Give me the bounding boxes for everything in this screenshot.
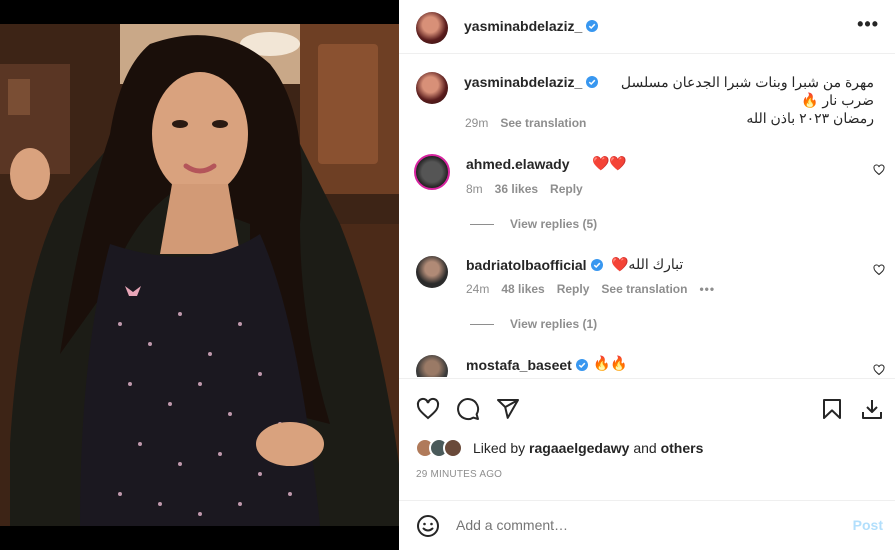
comment-text: تبارك الله❤️ <box>611 256 684 272</box>
comment-likes[interactable]: 36 likes <box>495 182 538 196</box>
instagram-post-view: yasminabdelaziz_ ••• yasminabdelaziz_ مه… <box>0 0 895 550</box>
author-avatar[interactable] <box>416 12 448 44</box>
comment-like-heart-icon[interactable] <box>873 364 885 376</box>
commenter-avatar[interactable] <box>414 154 450 190</box>
caption-meta: 29m See translation <box>465 116 598 130</box>
comments-list: yasminabdelaziz_ مهرة من شبرا وبنات شبرا… <box>399 55 895 377</box>
author-username-text[interactable]: yasminabdelaziz_ <box>464 18 582 34</box>
comment-username[interactable]: ahmed.elawady <box>466 156 570 172</box>
post-comment-button[interactable]: Post <box>853 517 883 533</box>
post-photo-area <box>0 0 399 550</box>
view-replies-button[interactable]: View replies (5) <box>470 217 597 231</box>
commenter-avatar[interactable] <box>416 256 448 288</box>
comment-likes[interactable]: 48 likes <box>501 282 544 296</box>
liked-by-row: Liked by ragaaelgedawy and others <box>415 437 885 459</box>
reply-button[interactable]: Reply <box>557 282 590 296</box>
caption-text: مهرة من شبرا وبنات شبرا الجدعان مسلسل ضر… <box>604 73 874 127</box>
caption-author-avatar[interactable] <box>416 72 448 104</box>
caption-time[interactable]: 29m <box>465 116 488 130</box>
comment-meta: 8m 36 likes Reply <box>466 182 595 196</box>
verified-icon <box>586 76 599 88</box>
view-replies-button[interactable]: View replies (1) <box>470 317 597 331</box>
comment-time[interactable]: 8m <box>466 182 483 196</box>
liked-by-user[interactable]: ragaaelgedawy <box>529 440 629 456</box>
liked-by-and: and <box>629 440 661 456</box>
emoji-icon[interactable] <box>416 514 440 538</box>
more-options-icon[interactable]: ••• <box>857 14 879 35</box>
comment-username[interactable]: badriatolbaofficial <box>466 257 603 273</box>
see-translation-link[interactable]: See translation <box>601 282 687 296</box>
liker-avatar <box>443 438 463 458</box>
comment-username-text[interactable]: badriatolbaofficial <box>466 257 587 273</box>
verified-icon <box>575 359 588 371</box>
post-actions-bar <box>399 378 895 438</box>
fire-emoji: 🔥 <box>801 92 819 108</box>
author-username-header[interactable]: yasminabdelaziz_ <box>464 18 599 34</box>
see-translation-link[interactable]: See translation <box>500 116 586 130</box>
comment-like-heart-icon[interactable] <box>873 164 885 176</box>
comment-meta: 24m 48 likes Reply See translation ••• <box>466 282 727 296</box>
view-replies-label[interactable]: View replies (5) <box>510 217 597 231</box>
caption-line-2: رمضان ٢٠٢٣ باذن الله <box>746 110 874 126</box>
view-replies-label[interactable]: View replies (1) <box>510 317 597 331</box>
post-timestamp[interactable]: 29 MINUTES AGO <box>416 469 502 480</box>
comment-like-heart-icon[interactable] <box>873 264 885 276</box>
liked-by-text: Liked by ragaaelgedawy and others <box>473 440 703 456</box>
comment-time[interactable]: 24m <box>466 282 489 296</box>
post-side-panel: yasminabdelaziz_ ••• yasminabdelaziz_ مه… <box>399 0 895 550</box>
save-icon[interactable] <box>820 397 844 421</box>
comment-username[interactable]: mostafa_baseet <box>466 357 588 373</box>
verified-icon <box>586 20 599 32</box>
comment-text: ❤️❤️ <box>592 155 627 171</box>
post-photo-illustration <box>0 24 399 526</box>
liked-by-prefix: Liked by <box>473 440 530 456</box>
commenter-avatar[interactable] <box>416 355 448 377</box>
add-comment-input[interactable] <box>456 517 836 533</box>
verified-icon <box>590 259 603 271</box>
comment-username-text[interactable]: mostafa_baseet <box>466 357 572 373</box>
share-icon[interactable] <box>496 397 520 421</box>
comment-text: 🔥🔥 <box>593 355 628 371</box>
caption-username-text[interactable]: yasminabdelaziz_ <box>464 74 582 90</box>
caption-author-username[interactable]: yasminabdelaziz_ <box>464 74 599 90</box>
liked-by-others[interactable]: others <box>661 440 704 456</box>
post-header: yasminabdelaziz_ ••• <box>399 0 895 54</box>
heart-icon[interactable] <box>416 397 440 421</box>
comment-icon[interactable] <box>456 397 480 421</box>
add-comment-bar: Post <box>399 500 895 550</box>
download-icon[interactable] <box>860 397 884 421</box>
reply-button[interactable]: Reply <box>550 182 583 196</box>
comment-more-icon[interactable]: ••• <box>699 282 715 296</box>
post-photo[interactable] <box>0 24 399 526</box>
caption-line-1: مهرة من شبرا وبنات شبرا الجدعان مسلسل ضر… <box>620 74 874 108</box>
